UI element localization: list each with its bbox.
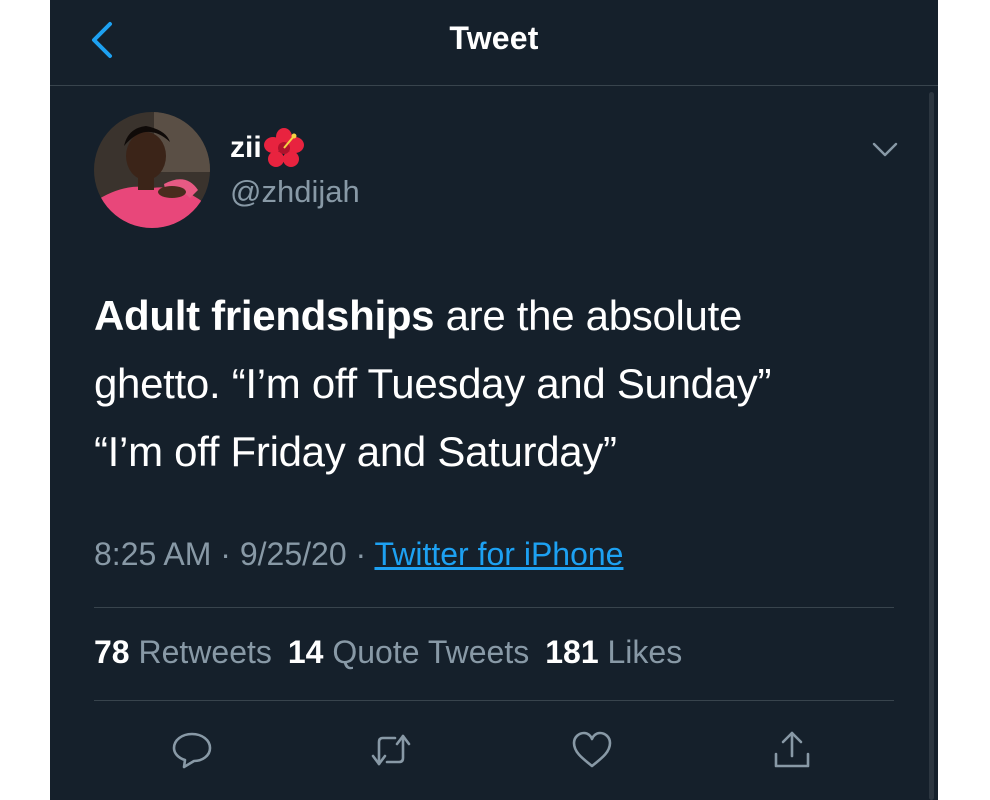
meta-separator: ·: [220, 536, 231, 572]
tweet-screen: Tweet zii @zhdijah Adult friendships are…: [50, 0, 938, 800]
divider: [94, 607, 894, 608]
retweets-count: 78: [94, 634, 130, 670]
tweet-text-line1: are the absolute: [434, 292, 743, 339]
author-name-text: zii: [230, 131, 262, 164]
share-button[interactable]: [770, 728, 814, 772]
likes-stat[interactable]: 181 Likes: [545, 634, 682, 670]
author-display-name[interactable]: zii: [230, 128, 304, 168]
quote-tweets-label: Quote Tweets: [332, 634, 530, 670]
quote-tweets-count: 14: [287, 634, 324, 670]
retweet-icon: [371, 734, 411, 766]
tweet-source-link[interactable]: Twitter for iPhone: [374, 536, 623, 572]
chevron-down-icon: [872, 142, 898, 157]
tweet-stats: 78 Retweets 14 Quote Tweets 181 Likes: [94, 634, 698, 671]
tweet-menu-button[interactable]: [870, 136, 900, 164]
reply-icon: [172, 732, 212, 769]
share-icon: [774, 731, 810, 768]
meta-separator: ·: [355, 536, 367, 572]
retweets-stat[interactable]: 78 Retweets: [94, 634, 272, 670]
avatar[interactable]: [94, 112, 210, 228]
tweet-text-line2: ghetto. “I’m off Tuesday and Sunday”: [94, 360, 772, 407]
tweet-time: 8:25 AM: [94, 536, 212, 572]
divider: [94, 700, 894, 701]
tweet-date: 9/25/20: [239, 536, 347, 572]
tweet-text-bold: Adult friendships: [94, 292, 435, 339]
page-title: Tweet: [449, 20, 539, 56]
author-handle[interactable]: @zhdijah: [230, 174, 360, 210]
avatar-photo: [94, 112, 210, 228]
likes-label: Likes: [607, 634, 683, 670]
tweet-text: Adult friendships are the absolute ghett…: [94, 282, 894, 486]
retweet-button[interactable]: [369, 728, 413, 772]
hibiscus-icon: [263, 128, 304, 168]
like-icon: [572, 731, 612, 768]
scrollbar[interactable]: [929, 92, 934, 800]
reply-button[interactable]: [170, 728, 214, 772]
tweet-text-line3: “I’m off Friday and Saturday”: [94, 428, 617, 475]
likes-count: 181: [545, 634, 599, 670]
like-button[interactable]: [570, 728, 614, 772]
tweet-meta: 8:25 AM · 9/25/20 · Twitter for iPhone: [94, 536, 623, 573]
top-bar: Tweet: [50, 0, 938, 86]
retweets-label: Retweets: [138, 634, 272, 670]
quote-tweets-stat[interactable]: 14 Quote Tweets: [288, 634, 529, 670]
